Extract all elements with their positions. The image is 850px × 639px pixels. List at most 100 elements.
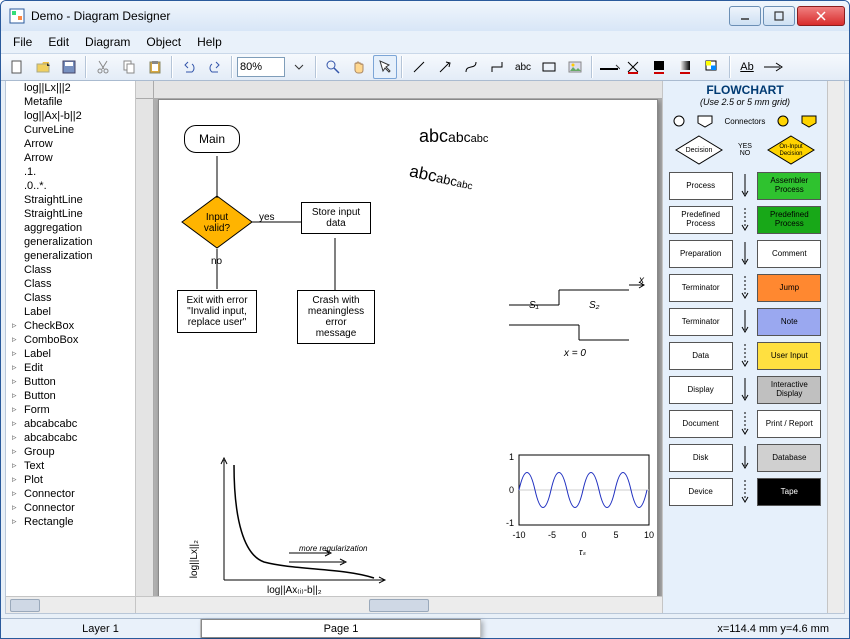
palette-shape-right[interactable]: Predefined Process [757, 206, 821, 234]
menu-file[interactable]: File [5, 33, 40, 51]
tree-item[interactable]: Class [6, 263, 135, 277]
curve-tool-icon[interactable] [459, 55, 483, 79]
status-layer[interactable]: Layer 1 [1, 619, 201, 638]
arrow-style-button[interactable] [761, 55, 785, 79]
tree-item[interactable]: Connector [6, 487, 135, 501]
tree-item[interactable]: .0..*. [6, 179, 135, 193]
tree-item[interactable]: Arrow [6, 151, 135, 165]
rect-tool-icon[interactable] [537, 55, 561, 79]
cut-button[interactable] [91, 55, 115, 79]
object-tree[interactable]: log||Lx|||2Metafilelog||Ax|-b||2CurveLin… [6, 81, 135, 596]
minimize-button[interactable] [729, 6, 761, 26]
tree-item[interactable]: Form [6, 403, 135, 417]
palette-shape-right[interactable]: Jump [757, 274, 821, 302]
tree-hscrollbar[interactable] [6, 596, 135, 613]
tree-item[interactable]: CheckBox [6, 319, 135, 333]
palette-shape-left[interactable]: Display [669, 376, 733, 404]
undo-button[interactable] [177, 55, 201, 79]
lcurve-plot[interactable] [194, 450, 394, 596]
palette-shape-right[interactable]: Database [757, 444, 821, 472]
palette[interactable]: FLOWCHART (Use 2.5 or 5 mm grid) Connect… [663, 81, 827, 613]
tree-item[interactable]: log||Ax|-b||2 [6, 109, 135, 123]
fill-color-button[interactable] [649, 55, 673, 79]
main-node[interactable]: Main [184, 125, 240, 153]
close-button[interactable] [797, 6, 845, 26]
palette-vscrollbar[interactable] [827, 81, 844, 613]
palette-shape-left[interactable]: Data [669, 342, 733, 370]
text-sample-2[interactable]: abcabcabc [408, 162, 475, 195]
palette-shape-left[interactable]: Document [669, 410, 733, 438]
menu-edit[interactable]: Edit [40, 33, 77, 51]
connector-tool-icon[interactable] [485, 55, 509, 79]
zoom-tool-icon[interactable] [321, 55, 345, 79]
tree-item[interactable]: .1. [6, 165, 135, 179]
save-button[interactable] [57, 55, 81, 79]
tree-item[interactable]: Plot [6, 473, 135, 487]
palette-shape-right[interactable]: Interactive Display [757, 376, 821, 404]
palette-shape-left[interactable]: Preparation [669, 240, 733, 268]
pattern-button[interactable] [701, 55, 725, 79]
tree-item[interactable]: Connector [6, 501, 135, 515]
exit-node[interactable]: Exit with error "Invalid input, replace … [177, 290, 257, 333]
line-tool-icon[interactable] [407, 55, 431, 79]
redo-button[interactable] [203, 55, 227, 79]
tree-item[interactable]: Class [6, 291, 135, 305]
palette-shape-right[interactable]: User Input [757, 342, 821, 370]
page[interactable]: Main Inputvalid? yes no Store input data… [158, 99, 658, 596]
palette-shape-left[interactable]: Disk [669, 444, 733, 472]
connector-circle-icon[interactable] [672, 114, 686, 128]
tree-item[interactable]: Label [6, 347, 135, 361]
menu-diagram[interactable]: Diagram [77, 33, 138, 51]
sine-plot[interactable]: 1 0 -1 -10 -5 0 5 10 [494, 450, 654, 550]
new-button[interactable] [5, 55, 29, 79]
decision-shape[interactable]: Decision [674, 134, 724, 166]
tree-item[interactable]: StraightLine [6, 207, 135, 221]
line-color-button[interactable] [623, 55, 647, 79]
open-button[interactable] [31, 55, 55, 79]
palette-shape-right[interactable]: Tape [757, 478, 821, 506]
menu-object[interactable]: Object [138, 33, 189, 51]
tree-item[interactable]: Rectangle [6, 515, 135, 529]
connector-offpage-icon[interactable] [696, 114, 714, 128]
tree-item[interactable]: Class [6, 277, 135, 291]
decision-node[interactable]: Inputvalid? [181, 195, 253, 249]
gradient-button[interactable] [675, 55, 699, 79]
arrow-tool-icon[interactable] [433, 55, 457, 79]
zoom-input[interactable] [237, 57, 285, 77]
text-tool-icon[interactable]: abc [511, 55, 535, 79]
tree-item[interactable]: aggregation [6, 221, 135, 235]
oninput-decision-shape[interactable]: On-InputDecision [766, 134, 816, 166]
copy-button[interactable] [117, 55, 141, 79]
font-button[interactable]: Ab [735, 55, 759, 79]
tree-item[interactable]: generalization [6, 235, 135, 249]
palette-shape-left[interactable]: Terminator [669, 308, 733, 336]
status-page[interactable]: Page 1 [201, 619, 481, 638]
text-sample-1[interactable]: abcabcabc [419, 126, 488, 147]
tree-item[interactable]: Group [6, 445, 135, 459]
canvas-area[interactable]: Main Inputvalid? yes no Store input data… [136, 81, 662, 596]
tree-item[interactable]: StraightLine [6, 193, 135, 207]
tree-item[interactable]: CurveLine [6, 123, 135, 137]
hand-tool-icon[interactable] [347, 55, 371, 79]
tree-item[interactable]: Edit [6, 361, 135, 375]
zoom-dropdown[interactable] [287, 55, 311, 79]
tree-item[interactable]: Arrow [6, 137, 135, 151]
tree-item[interactable]: log||Lx|||2 [6, 81, 135, 95]
tree-item[interactable]: Button [6, 389, 135, 403]
palette-shape-left[interactable]: Predefined Process [669, 206, 733, 234]
tree-item[interactable]: Text [6, 459, 135, 473]
palette-shape-right[interactable]: Print / Report [757, 410, 821, 438]
store-node[interactable]: Store input data [301, 202, 371, 234]
crash-node[interactable]: Crash with meaningless error message [297, 290, 375, 344]
tree-item[interactable]: generalization [6, 249, 135, 263]
palette-shape-right[interactable]: Assembler Process [757, 172, 821, 200]
palette-shape-right[interactable]: Comment [757, 240, 821, 268]
connector-offpage-yellow-icon[interactable] [800, 114, 818, 128]
line-style-button[interactable] [597, 55, 621, 79]
pointer-tool-icon[interactable] [373, 55, 397, 79]
palette-shape-left[interactable]: Process [669, 172, 733, 200]
maximize-button[interactable] [763, 6, 795, 26]
connector-circle-yellow-icon[interactable] [776, 114, 790, 128]
tree-item[interactable]: abcabcabc [6, 431, 135, 445]
palette-shape-left[interactable]: Terminator [669, 274, 733, 302]
